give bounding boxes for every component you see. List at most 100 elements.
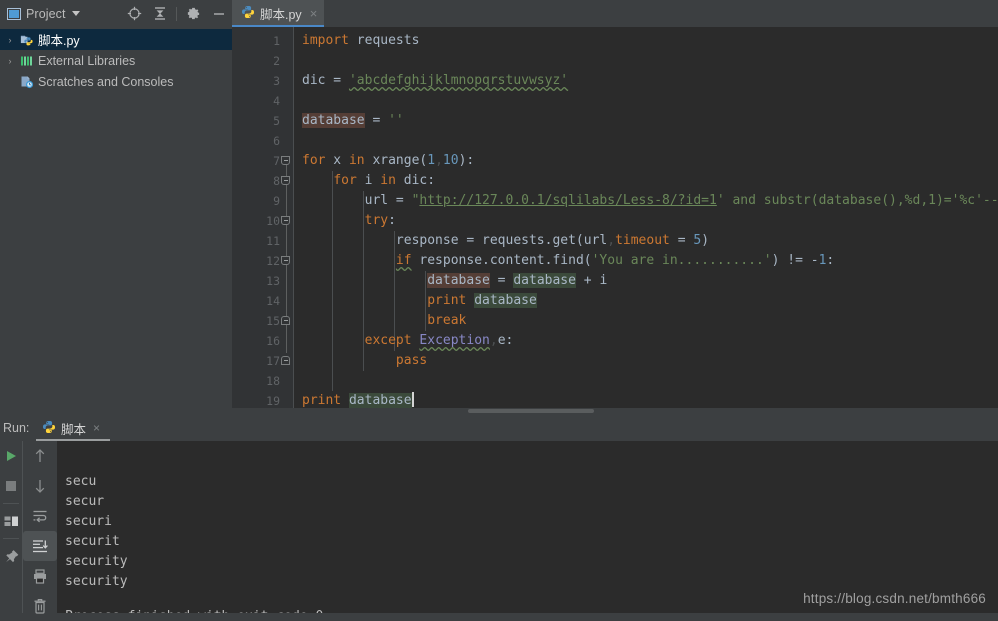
project-panel-icon: [6, 7, 21, 20]
code-line-3: dic = 'abcdefghijklmnopqrstuvwsyz': [302, 73, 569, 88]
trash-icon[interactable]: [23, 591, 57, 621]
console-line-exit-status: Process finished with exit code 0: [65, 607, 323, 613]
console-toolbar: [22, 441, 57, 614]
tree-item-external-libraries[interactable]: › External Libraries: [0, 50, 232, 71]
line-number: 12: [266, 254, 280, 268]
restore-layout-button[interactable]: [0, 506, 22, 536]
gear-icon[interactable]: [180, 0, 206, 27]
code-line-11: response = requests.get(url,timeout = 5): [302, 233, 710, 248]
scrollbar-thumb[interactable]: [468, 409, 594, 413]
pin-tab-button[interactable]: [0, 541, 22, 571]
console-line: secu: [65, 474, 97, 489]
code-line-13: database = database + i: [427, 273, 608, 288]
editor-tab-script-py[interactable]: 脚本.py ×: [232, 0, 325, 27]
close-icon[interactable]: ×: [310, 7, 318, 20]
console-line: securit: [65, 534, 120, 549]
collapse-all-icon[interactable]: [147, 0, 173, 27]
console-output[interactable]: secu secur securi securit security secur…: [57, 441, 998, 613]
line-number: 19: [266, 394, 280, 408]
chevron-right-icon[interactable]: ›: [2, 56, 18, 66]
line-number: 18: [266, 374, 280, 388]
line-number: 14: [266, 294, 280, 308]
run-actions-column: [0, 441, 22, 613]
line-number: 7: [273, 154, 280, 168]
line-number: 8: [273, 174, 280, 188]
fold-marker-line-15[interactable]: [281, 311, 292, 331]
line-number: 13: [266, 274, 280, 288]
run-tool-window: Run: 脚本 × secu secur securi securit secu…: [0, 415, 998, 614]
run-tab-label: 脚本: [61, 422, 87, 437]
up-arrow-icon[interactable]: [23, 441, 57, 471]
watermark-url: https://blog.csdn.net/bmth666: [803, 591, 986, 606]
code-line-12: if response.content.find('You are in....…: [395, 253, 835, 268]
run-button[interactable]: [0, 441, 22, 471]
console-line: security: [65, 574, 128, 589]
run-window-label: Run:: [3, 421, 30, 435]
code-line-19: print database: [302, 392, 414, 408]
code-line-9: url = "http://127.0.0.1/sqlilabs/Less-8/…: [302, 193, 998, 208]
close-icon[interactable]: ×: [93, 421, 100, 435]
project-toolbar: [121, 0, 232, 27]
fold-marker-line-12[interactable]: [281, 251, 292, 271]
tree-item-scratches-and-consoles[interactable]: Scratches and Consoles: [0, 71, 232, 92]
project-panel-header: Project: [0, 0, 232, 27]
project-tree: › 脚本.py › External Libraries Scratches a…: [0, 27, 232, 408]
code-editor[interactable]: 1 2 3 4 5 6 7 8 9 10 11 12 13 14 15 16 1…: [232, 27, 998, 408]
code-line-14: print database: [427, 293, 537, 308]
top-row: Project 脚本.py ×: [0, 0, 998, 27]
tree-item-label: Scratches and Consoles: [38, 74, 174, 89]
line-number: 15: [266, 314, 280, 328]
project-panel-title: Project: [26, 6, 66, 21]
python-file-icon: [18, 33, 35, 47]
minimize-icon[interactable]: [206, 0, 232, 27]
editor-gutter[interactable]: 1 2 3 4 5 6 7 8 9 10 11 12 13 14 15 16 1…: [232, 27, 294, 408]
library-icon: [18, 54, 35, 68]
line-number: 2: [273, 54, 280, 68]
line-number: 5: [273, 114, 280, 128]
scratches-icon: [18, 75, 35, 89]
console-line: securi: [65, 514, 112, 529]
line-number: 4: [273, 94, 280, 108]
pycharm-window: Project 脚本.py × › 脚本.py › External Libra…: [0, 0, 998, 614]
code-line-1: import requests: [302, 33, 420, 48]
code-text-area[interactable]: import requests dic = 'abcdefghijklmnopq…: [294, 27, 998, 408]
console-line: security: [65, 554, 128, 569]
code-line-15: break: [427, 313, 467, 328]
code-line-17: pass: [395, 353, 428, 368]
chevron-down-icon[interactable]: [71, 11, 80, 16]
line-number: 16: [266, 334, 280, 348]
tree-item-label: External Libraries: [38, 53, 136, 68]
fold-marker-line-7[interactable]: [281, 151, 292, 171]
fold-marker-line-10[interactable]: [281, 211, 292, 231]
code-line-10: try:: [364, 213, 396, 228]
python-file-icon: [241, 5, 255, 22]
down-arrow-icon[interactable]: [23, 471, 57, 501]
editor-bottom-strip: [0, 408, 998, 415]
print-icon[interactable]: [23, 561, 57, 591]
line-number: 10: [266, 214, 280, 228]
line-number: 11: [266, 234, 280, 248]
scroll-to-end-icon[interactable]: [23, 531, 57, 561]
code-line-7: for x in xrange(1,10):: [302, 153, 475, 168]
code-line-5: database = '': [302, 113, 404, 128]
code-line-8: for i in dic:: [333, 173, 436, 188]
editor-tab-label: 脚本.py: [260, 8, 302, 22]
chevron-right-icon[interactable]: ›: [2, 35, 18, 45]
editor-horizontal-scrollbar[interactable]: [232, 408, 998, 414]
tree-item-script-py[interactable]: › 脚本.py: [0, 29, 232, 50]
line-number: 3: [273, 74, 280, 88]
run-tab-script[interactable]: 脚本 ×: [36, 415, 106, 441]
fold-marker-line-17[interactable]: [281, 351, 292, 371]
run-tab-row: Run: 脚本 ×: [0, 415, 998, 441]
console-line: secur: [65, 494, 105, 509]
stop-button[interactable]: [0, 471, 22, 501]
tree-item-label: 脚本.py: [38, 34, 80, 48]
soft-wrap-icon[interactable]: [23, 501, 57, 531]
line-number: 1: [273, 34, 280, 48]
toolbar-divider: [176, 6, 177, 21]
line-number: 9: [273, 194, 280, 208]
fold-marker-line-8[interactable]: [281, 171, 292, 191]
editor-tab-strip: 脚本.py ×: [232, 0, 998, 27]
line-number: 6: [273, 134, 280, 148]
locate-target-icon[interactable]: [121, 0, 147, 27]
